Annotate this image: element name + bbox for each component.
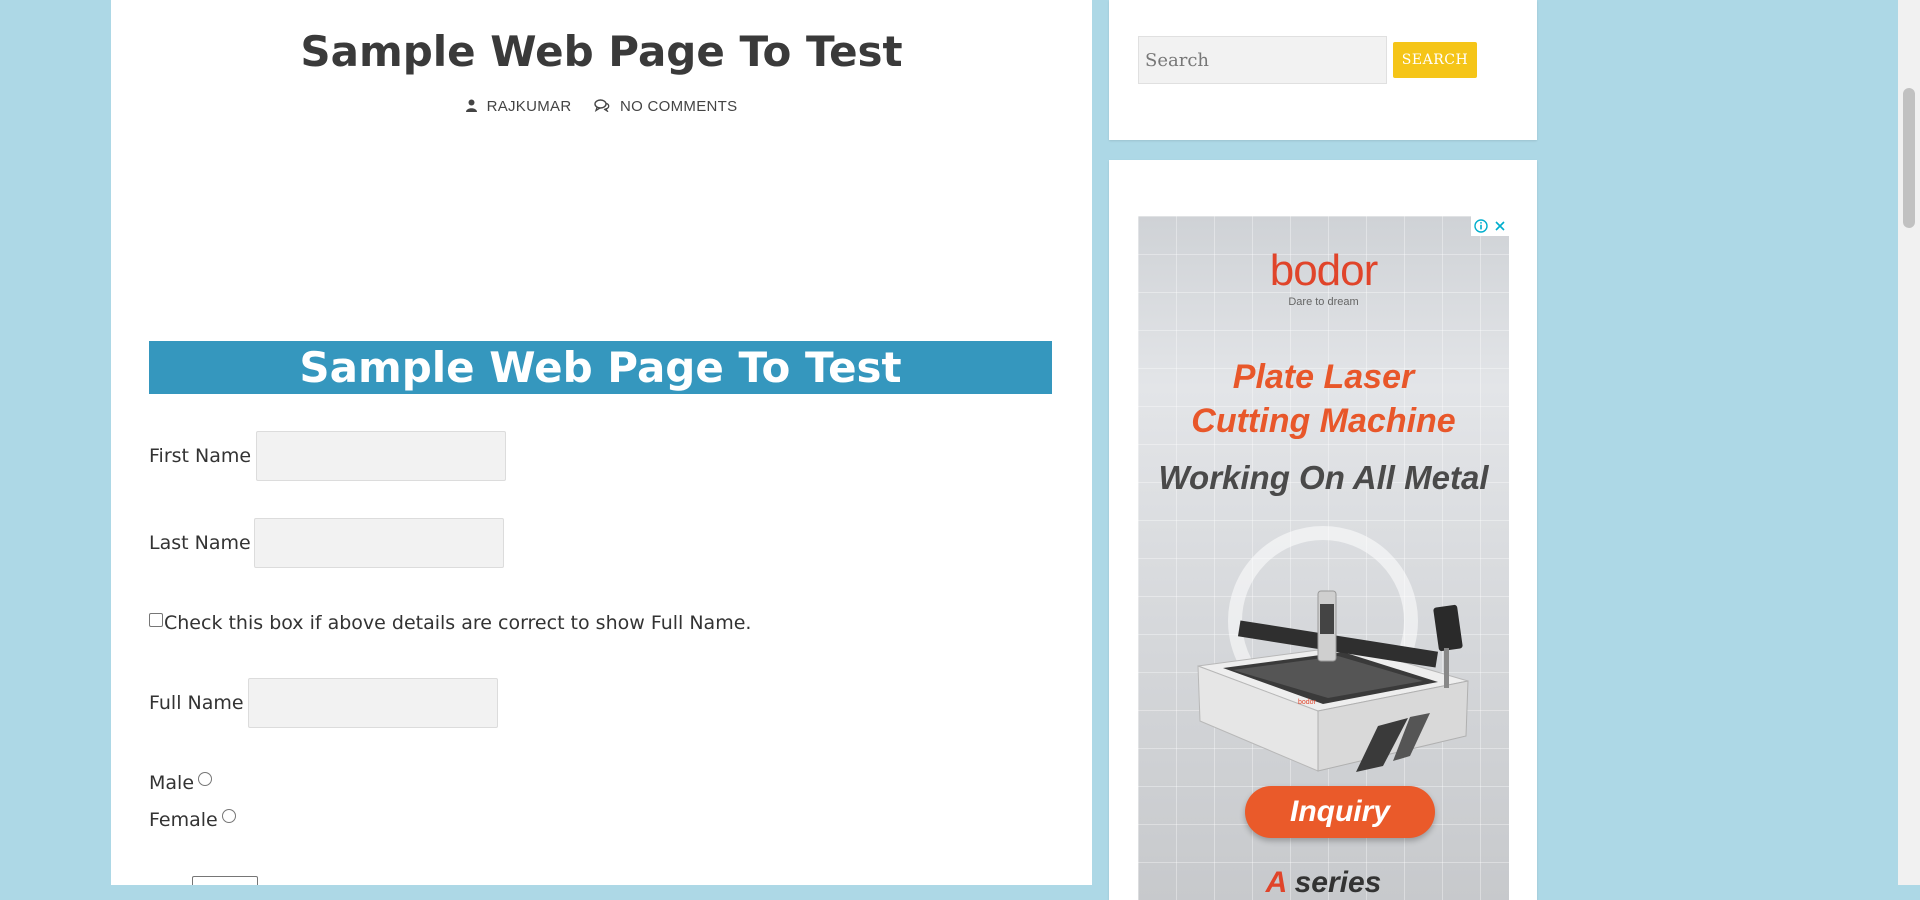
sidebar-ad-widget: bodor Dare to dream Plate Laser Cutting … — [1109, 160, 1537, 900]
gender-female-label: Female — [149, 809, 218, 831]
search-input[interactable] — [1138, 36, 1387, 84]
ad-subheadline: Working On All Metal — [1158, 459, 1489, 496]
user-icon — [465, 99, 477, 112]
last-name-label: Last Name — [149, 532, 251, 554]
gender-male-label: Male — [149, 772, 195, 794]
sidebar-search-widget: SEARCH — [1109, 0, 1537, 140]
confirm-details-row: Check this box if above details are corr… — [149, 612, 751, 634]
gender-male-row: Male — [149, 772, 213, 794]
post-comments[interactable]: NO COMMENTS — [594, 98, 737, 115]
svg-text:bodor: bodor — [1298, 699, 1317, 706]
main-content: Sample Web Page To Test RAJKUMAR NO COMM… — [111, 0, 1092, 885]
ad-footer-text: A series — [1138, 866, 1509, 900]
ad-headline-line-1: Plate Laser — [1232, 358, 1415, 396]
first-name-label: First Name — [149, 445, 252, 467]
ad-tagline: Dare to dream — [1288, 296, 1359, 308]
full-name-input[interactable] — [248, 678, 498, 728]
next-form-control[interactable] — [192, 876, 258, 885]
gender-female-radio[interactable] — [221, 809, 236, 823]
ad-footer-rest: series — [1286, 866, 1382, 899]
form-banner-title: Sample Web Page To Test — [149, 341, 1052, 394]
post-title: Sample Web Page To Test — [300, 27, 903, 76]
search-button[interactable]: SEARCH — [1393, 42, 1477, 78]
author-name: RAJKUMAR — [486, 98, 572, 115]
ad-close-icon[interactable] — [1494, 220, 1506, 232]
gender-male-radio[interactable] — [198, 772, 213, 786]
comments-count: NO COMMENTS — [619, 98, 738, 115]
gender-female-row: Female — [149, 809, 236, 831]
post-meta: RAJKUMAR NO COMMENTS — [111, 98, 1092, 115]
ad-info-icon[interactable] — [1474, 219, 1488, 233]
ad-footer-accent: A — [1265, 866, 1287, 899]
full-name-label: Full Name — [149, 692, 244, 714]
last-name-input[interactable] — [254, 518, 504, 568]
ad-brand-logo: bodor — [1269, 246, 1379, 295]
confirm-details-label: Check this box if above details are corr… — [164, 612, 752, 634]
ad-controls — [1471, 216, 1509, 236]
first-name-input[interactable] — [256, 431, 506, 481]
ad-inquiry-button[interactable]: Inquiry — [1245, 786, 1435, 838]
confirm-details-checkbox[interactable] — [149, 613, 163, 627]
scrollbar-thumb[interactable] — [1903, 88, 1915, 228]
page-scrollbar[interactable] — [1898, 0, 1920, 885]
ad-headline-line-2: Cutting Machine — [1191, 402, 1456, 440]
comments-icon — [594, 99, 610, 113]
post-author[interactable]: RAJKUMAR — [465, 98, 572, 115]
advertisement[interactable]: bodor Dare to dream Plate Laser Cutting … — [1138, 216, 1509, 900]
laser-machine-image: bodor — [1197, 590, 1469, 772]
